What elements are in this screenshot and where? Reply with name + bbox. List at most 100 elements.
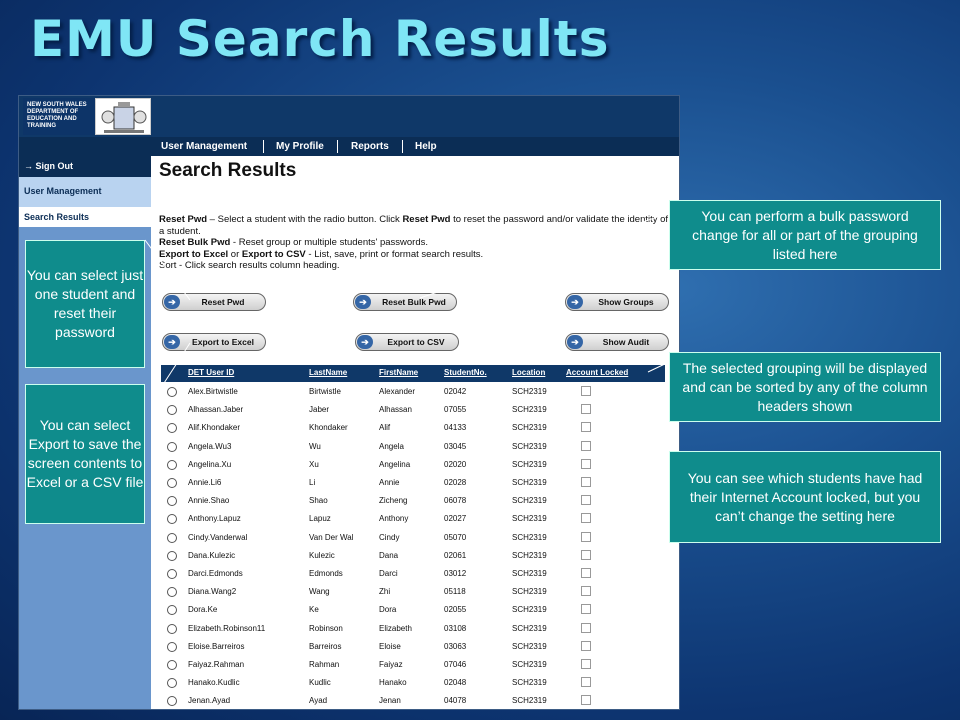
select-student-radio[interactable] [167,660,177,670]
table-row: Angelina.Xu Xu Angelina 02020 SCH2319 [161,456,665,474]
table-cell: SCH2319 [512,441,547,451]
col-header-account-locked[interactable]: Account Locked [566,368,628,377]
sidebar-signout-bar: → Sign Out [19,156,151,177]
col-header-lastname[interactable]: LastName [309,368,347,377]
button-label: Export to Excel [192,337,254,347]
button-label: Reset Bulk Pwd [382,297,446,307]
select-student-radio[interactable] [167,496,177,507]
table-cell: SCH2319 [512,569,547,578]
nav-user-management[interactable]: User Management [161,141,247,152]
table-row: Alif.Khondaker Khondaker Alif 04133 SCH2319 [161,419,665,437]
table-cell: 02020 [444,459,467,469]
instr-text: - Reset group or multiple students' pass… [230,237,428,248]
table-cell: Jenan.Ayad [188,696,231,706]
show-groups-button[interactable]: ➔ Show Groups [565,293,669,311]
table-cell: SCH2319 [512,660,547,669]
arrow-right-icon: ➔ [567,295,583,309]
table-cell: Hanako [379,678,407,688]
callout-select-one: You can select just one student and rese… [25,240,145,368]
select-student-radio[interactable] [167,623,177,634]
nav-separator [337,140,338,153]
arrow-right-icon: ➔ [355,295,371,309]
table-row: Dana.Kulezic Kulezic Dana 02061 SCH2319 [161,547,665,565]
sidebar-item-label: Search Results [24,212,90,222]
export-excel-button[interactable]: ➔ Export to Excel [162,333,266,351]
select-student-radio[interactable] [167,387,177,397]
table-cell: 02055 [444,605,467,615]
nav-help[interactable]: Help [415,141,437,152]
table-cell: SCH2319 [512,514,547,524]
select-student-radio[interactable] [167,678,177,689]
table-cell: Shao [309,496,328,506]
table-cell: 05118 [444,587,466,597]
table-cell: Faiyaz [379,660,403,669]
table-cell: Dora.Ke [188,605,218,615]
callout-select-export: You can select Export to save the screen… [25,384,145,524]
select-student-radio[interactable] [167,696,177,707]
select-student-radio[interactable] [167,532,177,543]
select-student-radio[interactable] [167,641,177,652]
table-cell: Angelina.Xu [188,459,232,469]
table-cell: Li [309,478,316,487]
table-cell: Darci [379,569,398,578]
table-cell: Alex.Birtwistle [188,387,238,396]
reset-pwd-button[interactable]: ➔ Reset Pwd [162,293,266,311]
instr-text: – Select a student with the radio button… [207,214,403,225]
table-cell: Alif.Khondaker [188,423,241,433]
col-header-location[interactable]: Location [512,368,545,377]
table-cell: SCH2319 [512,587,547,597]
select-student-radio[interactable] [167,405,177,416]
callout-account-locked: You can see which students have had thei… [669,451,941,543]
select-student-radio[interactable] [167,569,177,579]
table-cell: SCH2319 [512,423,547,433]
account-locked-checkbox [581,440,591,451]
table-cell: Jenan [379,696,401,706]
account-locked-checkbox [581,549,591,560]
table-cell: SCH2319 [512,459,547,469]
account-locked-checkbox [581,495,591,506]
reset-bulk-pwd-button[interactable]: ➔ Reset Bulk Pwd [353,293,457,311]
account-locked-checkbox [581,422,591,433]
select-student-radio[interactable] [167,605,177,616]
col-header-studentno[interactable]: StudentNo. [444,368,487,377]
show-audit-button[interactable]: ➔ Show Audit [565,333,669,351]
callout-bulk-password: You can perform a bulk password change f… [669,200,941,270]
table-cell: Alif [379,423,391,433]
table-cell: 02027 [444,514,467,524]
select-student-radio[interactable] [167,514,177,525]
nav-my-profile[interactable]: My Profile [276,141,324,152]
table-cell: Darci.Edmonds [188,569,243,578]
button-label: Export to CSV [387,337,445,347]
sign-out-link[interactable]: → Sign Out [24,161,73,171]
account-locked-checkbox [581,477,591,487]
sidebar-item-user-management[interactable]: User Management [19,177,151,207]
select-student-radio[interactable] [167,587,177,598]
select-student-radio[interactable] [167,459,177,470]
sidebar-item-search-results[interactable]: Search Results [19,207,151,227]
table-cell: Kudlic [309,678,331,688]
table-cell: Edmonds [309,569,343,578]
button-label: Show Audit [602,337,650,347]
col-header-firstname[interactable]: FirstName [379,368,418,377]
table-cell: Angelina [379,459,411,469]
table-cell: Annie.Li6 [188,478,222,487]
select-student-radio[interactable] [167,441,177,452]
table-cell: Cindy [379,532,400,542]
table-cell: 04078 [444,696,467,706]
table-row: Alex.Birtwistle Birtwistle Alexander 02042 S… [161,383,665,401]
select-student-radio[interactable] [167,550,177,561]
arrow-right-icon: ➔ [357,335,373,349]
page-title: Search Results [159,160,297,181]
table-row: Cindy.Vanderwal Van Der Wal Cindy 05070 SCH2… [161,529,665,547]
nav-reports[interactable]: Reports [351,141,389,152]
table-cell: Robinson [309,623,343,633]
export-csv-button[interactable]: ➔ Export to CSV [355,333,459,351]
table-cell: Hanako.Kudlic [188,678,240,688]
select-student-radio[interactable] [167,478,177,488]
table-cell: 05070 [444,532,467,542]
col-header-det-user-id[interactable]: DET User ID [188,368,234,377]
select-student-radio[interactable] [167,423,177,434]
table-cell: Eloise.Barreiros [188,641,245,651]
table-cell: Eloise [379,641,401,651]
sidebar-item-label: User Management [24,186,102,196]
